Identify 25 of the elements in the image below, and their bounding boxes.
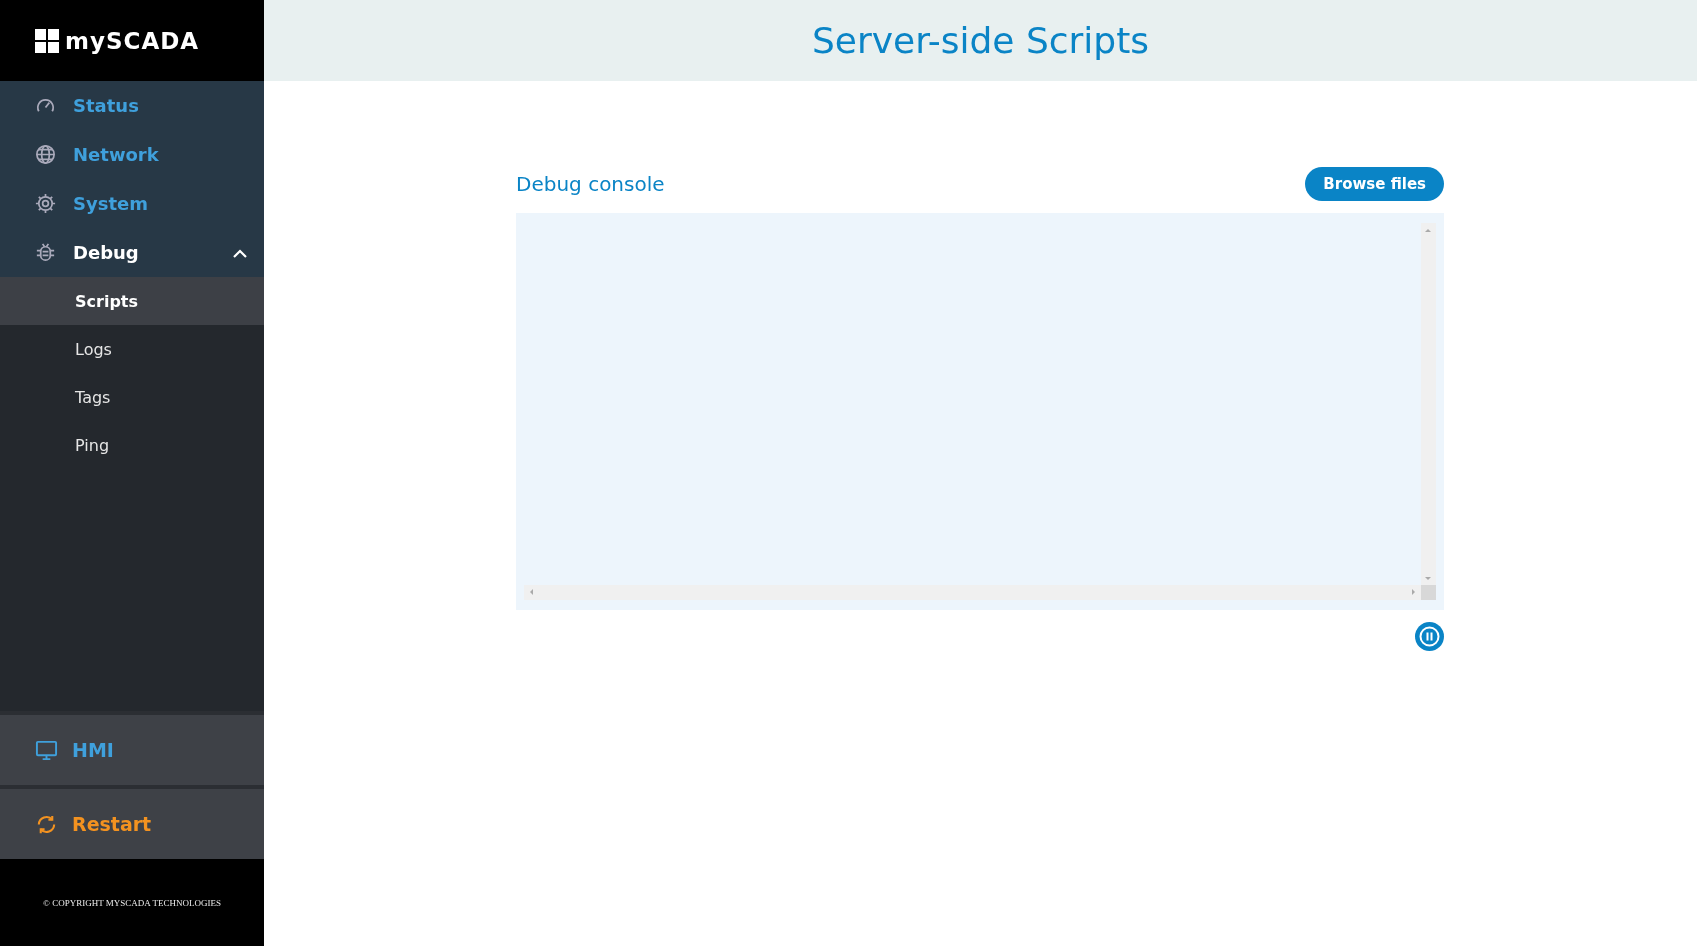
browse-files-button[interactable]: Browse files [1305,167,1444,201]
vertical-scrollbar[interactable] [1421,223,1436,586]
page-header: Server-side Scripts [264,0,1697,81]
monitor-icon [35,738,58,762]
scrollbar-corner [1421,585,1436,600]
chevron-icon [232,247,248,258]
restart-item[interactable]: Restart [0,785,264,859]
nav-item[interactable]: Debug [0,228,264,277]
submenu-item[interactable]: Logs [0,325,264,373]
submenu-item[interactable]: Tags [0,373,264,421]
gear-icon [34,192,57,215]
submenu-item[interactable]: Ping [0,421,264,469]
console-title: Debug console [516,172,665,196]
globe-icon [34,143,57,166]
bug-icon [34,241,57,264]
nav-item[interactable]: System [0,179,264,228]
brand-name: mySCADA [65,27,200,54]
pause-icon[interactable] [1415,622,1444,651]
copyright-text: © COPYRIGHT MYSCADA TECHNOLOGIES [43,897,221,908]
horizontal-scrollbar[interactable] [524,585,1421,600]
nav-item[interactable]: Network [0,130,264,179]
nav-item[interactable]: Status [0,81,264,130]
submenu-item[interactable]: Scripts [0,277,264,325]
hmi-item[interactable]: HMI [0,711,264,785]
logo-icon [35,28,59,53]
